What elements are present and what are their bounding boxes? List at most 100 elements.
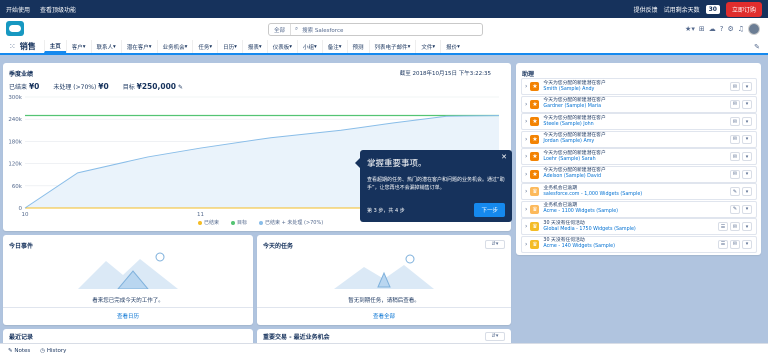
assistant-item-link[interactable]: Gardner (Sample) Maria [543, 104, 605, 110]
log-call-icon[interactable]: ☰ [718, 222, 728, 231]
expand-chevron-icon[interactable]: › [525, 83, 527, 90]
search-input[interactable]: 搜索 Salesforce [302, 26, 343, 34]
tab-dashboards[interactable]: 仪表板 ▾ [266, 40, 297, 53]
tab-calendar[interactable]: 日历 ▾ [217, 40, 242, 53]
log-call-icon[interactable]: ☰ [718, 239, 728, 249]
edit-nav-pencil-icon[interactable]: ✎ [754, 43, 760, 51]
edit-pencil-icon[interactable]: ✎ [730, 187, 740, 196]
expand-chevron-icon[interactable]: › [525, 171, 527, 178]
more-actions-icon[interactable]: ▾ [742, 239, 752, 249]
edit-pencil-icon[interactable]: ✎ [730, 204, 740, 214]
global-search[interactable]: 全部 ⌕ 搜索 Salesforce [268, 23, 483, 36]
tab-leads[interactable]: 潜在客户 ▾ [120, 40, 157, 53]
assistant-item-link[interactable]: Acme - 140 Widgets (Sample) [543, 244, 615, 250]
getting-started-link[interactable]: 开始使用 [6, 5, 30, 14]
expand-chevron-icon[interactable]: › [525, 188, 527, 195]
more-actions-icon[interactable]: ▾ [742, 222, 752, 231]
email-icon[interactable]: ✉ [730, 239, 740, 249]
tab-list-emails[interactable]: 列表电子邮件 ▾ [368, 40, 416, 53]
tab-accounts[interactable]: 客户 ▾ [65, 40, 91, 53]
more-actions-icon[interactable]: ▾ [742, 169, 752, 179]
expand-chevron-icon[interactable]: › [525, 241, 527, 248]
tab-notes[interactable]: 备注 ▾ [321, 40, 347, 53]
assistant-item[interactable]: › ♛ 30 天没有任何活动 Global Media - 1750 Widge… [521, 218, 757, 235]
history-utility[interactable]: ◷ History [40, 348, 66, 354]
tab-forecasts[interactable]: 预测 [346, 40, 369, 53]
search-scope-select[interactable]: 全部 [269, 24, 292, 35]
opportunity-icon: ♛ [530, 222, 540, 231]
more-actions-icon[interactable]: ▾ [742, 152, 752, 161]
expand-chevron-icon[interactable]: › [525, 101, 527, 108]
lead-icon: ★ [530, 169, 540, 179]
recent-records-title: 最近记录 [9, 334, 34, 341]
tab-contacts[interactable]: 联系人 ▾ [90, 40, 121, 53]
assistant-item-link[interactable]: salesforce.com - 1,000 Widgets (Sample) [543, 192, 642, 198]
assistant-item[interactable]: › ♛ 业务机会已逾期 Acme - 1100 Widgets (Sample)… [521, 200, 757, 218]
expand-chevron-icon[interactable]: › [525, 136, 527, 143]
help-icon[interactable]: ? [720, 25, 724, 33]
opportunity-icon: ♛ [530, 187, 540, 196]
assistant-item-link[interactable]: Acme - 1100 Widgets (Sample) [543, 209, 618, 215]
more-actions-icon[interactable]: ▾ [742, 134, 752, 144]
assistant-item[interactable]: › ♛ 30 天没有任何活动 Acme - 140 Widgets (Sampl… [521, 235, 757, 253]
email-icon[interactable]: ✉ [730, 117, 740, 126]
assistant-item-title: 今天为您分配的新建潜在客户 [543, 115, 606, 121]
expand-chevron-icon[interactable]: › [525, 153, 527, 160]
tasks-filter-dropdown[interactable]: ⇵▾ [485, 240, 505, 249]
assistant-item-link[interactable]: Global Media - 1750 Widgets (Sample) [543, 227, 635, 233]
email-icon[interactable]: ✉ [730, 152, 740, 161]
assistant-item[interactable]: › ★ 今天为您分配的新建潜在客户 Adelson (Sample) David… [521, 165, 757, 183]
close-icon[interactable]: ✕ [501, 153, 507, 161]
assistant-item[interactable]: › ★ 今天为您分配的新建潜在客户 Jordan (Sample) Amy ✉ ▾ [521, 130, 757, 148]
assistant-item[interactable]: › ★ 今天为您分配的新建潜在客户 Steele (Sample) John ✉ ▾ [521, 113, 757, 130]
email-icon[interactable]: ✉ [730, 134, 740, 144]
view-all-tasks-link[interactable]: 查看全部 [257, 312, 511, 320]
trailhead-icon[interactable]: ☁ [709, 25, 716, 33]
view-calendar-link[interactable]: 查看日历 [3, 312, 253, 320]
opportunity-icon: ♛ [530, 239, 540, 249]
deals-filter-dropdown[interactable]: ⇵▾ [485, 332, 505, 341]
assistant-item-link[interactable]: Loehr (Sample) Sarah [543, 157, 605, 163]
assistant-item-link[interactable]: Jordan (Sample) Amy [543, 139, 605, 145]
tab-reports[interactable]: 报表 ▾ [241, 40, 267, 53]
email-icon[interactable]: ✉ [730, 222, 740, 231]
tab-files[interactable]: 文件 ▾ [415, 40, 440, 53]
assistant-item[interactable]: › ★ 今天为您分配的新建潜在客户 Gardner (Sample) Maria… [521, 95, 757, 113]
notifications-bell-icon[interactable]: ♫ [738, 25, 744, 33]
tab-home[interactable]: 主页 [43, 40, 66, 53]
expand-chevron-icon[interactable]: › [525, 223, 527, 230]
notes-utility[interactable]: ✎ Notes [8, 348, 30, 354]
camping-illustration-icon [78, 252, 178, 289]
assistant-item-link[interactable]: Steele (Sample) John [543, 122, 605, 128]
expand-chevron-icon[interactable]: › [525, 206, 527, 213]
buy-now-button[interactable]: 立即订购 [725, 1, 762, 17]
next-button[interactable]: 下一步 [474, 203, 505, 217]
assistant-item-link[interactable]: Adelson (Sample) David [543, 174, 605, 180]
y-tick-label: 180k [8, 139, 22, 145]
user-avatar[interactable] [748, 23, 760, 35]
expand-chevron-icon[interactable]: › [525, 118, 527, 125]
email-icon[interactable]: ✉ [730, 169, 740, 179]
more-actions-icon[interactable]: ▾ [742, 204, 752, 214]
top-features-link[interactable]: 查看顶级功能 [40, 5, 76, 14]
more-actions-icon[interactable]: ▾ [742, 117, 752, 126]
assistant-item[interactable]: › ★ 今天为您分配的新建潜在客户 Smith (Sample) Andy ✉ ▾ [521, 78, 757, 95]
tab-tasks[interactable]: 任务 ▾ [192, 40, 217, 53]
assistant-item[interactable]: › ★ 今天为您分配的新建潜在客户 Loehr (Sample) Sarah ✉ ▾ [521, 148, 757, 165]
app-launcher-icon[interactable]: ⁙ [9, 42, 16, 51]
global-add-icon[interactable]: ⊞ [699, 25, 705, 33]
more-actions-icon[interactable]: ▾ [742, 99, 752, 109]
more-actions-icon[interactable]: ▾ [742, 82, 752, 91]
email-icon[interactable]: ✉ [730, 82, 740, 91]
tab-opportunities[interactable]: 业务机会 ▾ [156, 40, 193, 53]
email-icon[interactable]: ✉ [730, 99, 740, 109]
feedback-link[interactable]: 提供反馈 [634, 5, 658, 14]
assistant-item[interactable]: › ♛ 业务机会已逾期 salesforce.com - 1,000 Widge… [521, 183, 757, 200]
favorites-star-icon[interactable]: ★▾ [685, 25, 695, 33]
tab-groups[interactable]: 小组 ▾ [296, 40, 322, 53]
assistant-item-link[interactable]: Smith (Sample) Andy [543, 87, 605, 93]
tab-quotes[interactable]: 报价 ▾ [440, 40, 465, 53]
setup-gear-icon[interactable]: ⚙ [727, 25, 733, 33]
quarterly-title: 季度业绩 [9, 71, 34, 78]
more-actions-icon[interactable]: ▾ [742, 187, 752, 196]
